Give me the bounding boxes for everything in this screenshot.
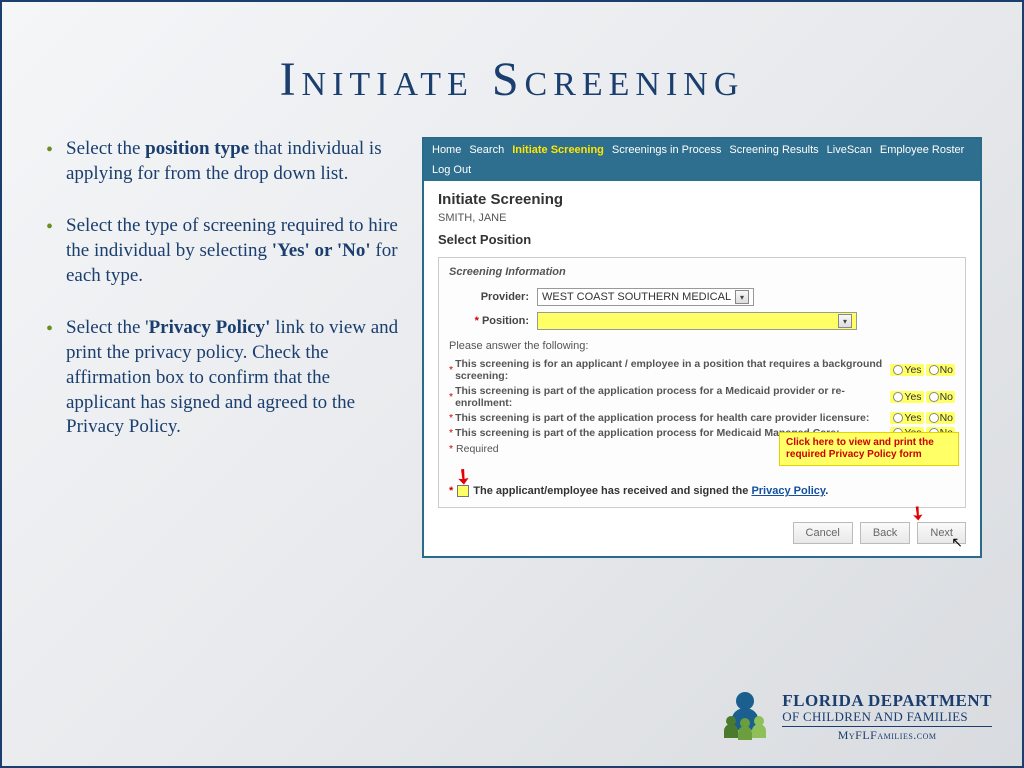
q3-no[interactable]: No [926, 412, 955, 424]
questions-intro: Please answer the following: [449, 340, 955, 352]
nav-screenings-in-process[interactable]: Screenings in Process [612, 144, 721, 156]
nav-screening-results[interactable]: Screening Results [729, 144, 818, 156]
panel-title: Screening Information [449, 266, 955, 278]
chevron-down-icon: ▾ [838, 314, 852, 328]
provider-label: Provider: [449, 291, 529, 303]
q2-yes[interactable]: Yes [890, 391, 923, 403]
position-label: Position: [449, 315, 529, 327]
nav-employee-roster[interactable]: Employee Roster [880, 144, 964, 156]
back-button[interactable]: Back [860, 522, 910, 544]
question-row-2: * This screening is part of the applicat… [449, 385, 955, 409]
affirmation-checkbox[interactable] [457, 485, 469, 497]
screening-info-panel: Screening Information Provider: WEST COA… [438, 257, 966, 508]
next-button[interactable]: Next ➘ ↖ [917, 522, 966, 544]
footer-line-3: MyFLFamilies.com [782, 729, 992, 742]
footer-line-2: OF CHILDREN AND FAMILIES [782, 710, 992, 727]
q3-yes[interactable]: Yes [890, 412, 923, 424]
nav-initiate-screening[interactable]: Initiate Screening [512, 144, 604, 156]
provider-dropdown[interactable]: WEST COAST SOUTHERN MEDICAL ▾ [537, 288, 754, 306]
footer-line-1: FLORIDA DEPARTMENT [782, 692, 992, 710]
cancel-button[interactable]: Cancel [793, 522, 853, 544]
cursor-icon: ↖ [951, 534, 963, 551]
footer-logo: FLORIDA DEPARTMENT OF CHILDREN AND FAMIL… [718, 690, 992, 744]
nav-home[interactable]: Home [432, 144, 461, 156]
bullet-2: Select the type of screening required to… [42, 214, 402, 288]
slide-title: Initiate Screening [2, 52, 1022, 107]
page-title: Initiate Screening [438, 191, 966, 208]
button-row: Cancel Back Next ➘ ↖ [438, 522, 966, 544]
privacy-policy-link[interactable]: Privacy Policy [751, 485, 825, 497]
position-dropdown[interactable]: ▾ [537, 312, 857, 330]
bullet-3: Select the 'Privacy Policy' link to view… [42, 316, 402, 439]
q1-no[interactable]: No [926, 364, 955, 376]
q1-yes[interactable]: Yes [890, 364, 923, 376]
bullet-1: Select the position type that individual… [42, 137, 402, 186]
question-row-1: * This screening is for an applicant / e… [449, 358, 955, 382]
app-nav: Home Search Initiate Screening Screening… [424, 139, 980, 181]
q2-no[interactable]: No [926, 391, 955, 403]
affirmation-row: * The applicant/employee has received an… [449, 485, 955, 497]
person-name: SMITH, JANE [438, 212, 966, 224]
section-subhead: Select Position [438, 232, 966, 247]
nav-livescan[interactable]: LiveScan [827, 144, 872, 156]
provider-value: WEST COAST SOUTHERN MEDICAL [542, 291, 731, 303]
chevron-down-icon: ▾ [735, 290, 749, 304]
instruction-bullets: Select the position type that individual… [42, 137, 402, 558]
nav-log-out[interactable]: Log Out [432, 164, 471, 176]
privacy-callout: Click here to view and print the require… [779, 432, 959, 466]
question-row-3: * This screening is part of the applicat… [449, 412, 955, 424]
nav-search[interactable]: Search [469, 144, 504, 156]
dcf-logo-icon [718, 690, 772, 744]
app-window: Home Search Initiate Screening Screening… [422, 137, 982, 558]
